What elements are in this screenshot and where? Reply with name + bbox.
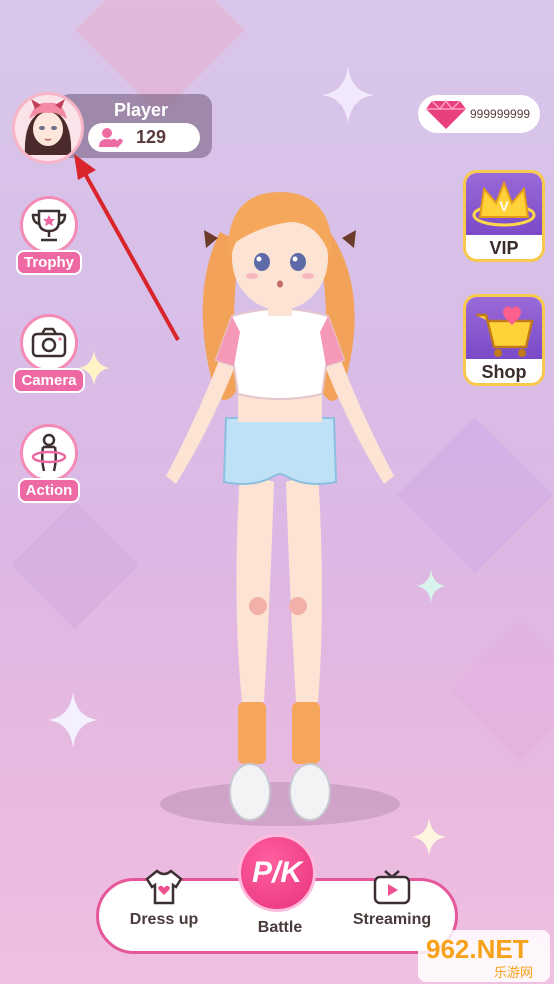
watermark: 962.NET 乐游网 — [418, 930, 550, 982]
nav-streaming-label: Streaming — [352, 911, 432, 928]
vip-label: VIP — [489, 238, 519, 258]
pk-icon: P/K — [251, 856, 302, 889]
svg-text:V: V — [499, 198, 509, 214]
camera-icon — [31, 327, 67, 358]
bg-diamond — [11, 501, 139, 629]
tv-icon — [373, 870, 411, 905]
vip-button[interactable]: V VIP — [463, 170, 545, 262]
camera-button[interactable]: Camera — [12, 314, 86, 393]
shop-label: Shop — [481, 362, 527, 382]
bg-diamond — [397, 417, 553, 573]
watermark-main: 962.NET — [426, 934, 529, 964]
shop-button[interactable]: Shop — [463, 294, 545, 386]
nav-battle-label: Battle — [257, 919, 303, 936]
battle-pk-button[interactable]: P/K — [238, 834, 316, 912]
watermark-sub: 乐游网 — [494, 965, 534, 980]
nav-streaming[interactable]: Streaming — [337, 870, 447, 929]
action-icon — [31, 433, 67, 472]
crown-icon: V — [472, 180, 536, 227]
nav-dress-up-label: Dress up — [129, 911, 199, 928]
player-name: Player — [114, 100, 169, 120]
gem-icon — [426, 99, 466, 129]
action-button[interactable]: Action — [12, 424, 86, 503]
fans-icon — [99, 127, 123, 148]
camera-label: Camera — [13, 368, 85, 393]
action-label: Action — [17, 478, 81, 503]
character-figure — [160, 192, 400, 826]
trophy-label: Trophy — [15, 250, 82, 275]
gem-value: 999999999 — [470, 107, 531, 121]
gem-counter[interactable]: 999999999 — [418, 95, 540, 133]
sparkle-icon — [322, 66, 374, 124]
nav-dress-up[interactable]: Dress up — [109, 869, 219, 929]
cart-icon — [476, 306, 534, 357]
fans-counter: 129 — [88, 123, 200, 152]
fans-count: 129 — [136, 127, 167, 147]
sparkle-icon — [416, 569, 446, 603]
bg-diamond — [449, 619, 554, 761]
sparkle-icon — [48, 692, 98, 748]
trophy-button[interactable]: Trophy — [12, 196, 86, 275]
shirt-icon — [145, 869, 183, 905]
trophy-icon — [31, 209, 67, 242]
